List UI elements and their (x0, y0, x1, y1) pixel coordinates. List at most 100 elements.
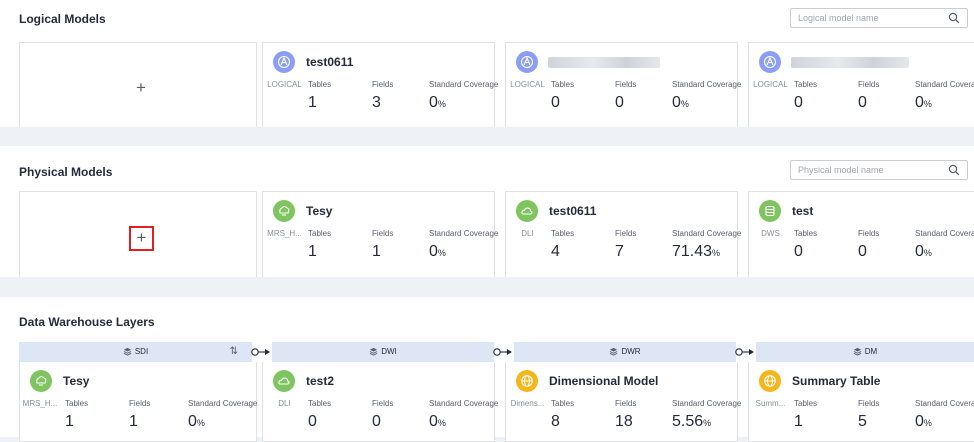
layer-model-card[interactable]: Summary Table Summ... Tables Fields Stan… (748, 362, 974, 442)
tables-label: Tables (308, 229, 332, 238)
logical-model-search[interactable] (790, 8, 968, 28)
tables-count: 1 (65, 413, 74, 430)
model-type: LOGICAL (267, 80, 302, 89)
fields-count: 5 (858, 413, 867, 430)
fields-count: 1 (129, 413, 138, 430)
logical-model-card[interactable]: test0611 LOGICAL Tables Fields Standard … (262, 42, 499, 127)
mrs-hive-icon (30, 370, 52, 392)
model-name[interactable]: test2 (306, 374, 334, 388)
fields-label: Fields (615, 229, 637, 238)
logical-model-card[interactable]: LOGICAL Tables Fields Standard Coverage … (505, 42, 741, 127)
layer-name: DWI (381, 347, 397, 356)
layers-icon (610, 348, 618, 356)
logical-model-card[interactable]: LOGICAL Tables Fields Standard Coverage … (748, 42, 974, 127)
search-icon[interactable] (948, 12, 960, 24)
coverage-number: 0 (915, 243, 924, 260)
coverage-value: 71.43% (672, 243, 720, 261)
blurred-model-name[interactable] (548, 57, 660, 68)
physical-models-section: Physical Models + Tesy MRS_H... Tables F… (0, 146, 974, 277)
coverage-unit: % (923, 99, 932, 109)
fields-label: Fields (372, 399, 394, 408)
tables-label: Tables (794, 80, 818, 89)
coverage-number: 0 (915, 94, 924, 111)
section-title: Data Warehouse Layers (19, 315, 155, 329)
coverage-value: 0% (672, 94, 689, 112)
layer-header-dwi[interactable]: DWI (272, 342, 494, 362)
physical-model-card[interactable]: test0611 DLI Tables Fields Standard Cove… (505, 191, 741, 277)
section-title: Physical Models (19, 165, 113, 179)
tables-count: 8 (551, 413, 560, 430)
layer-header-sdi[interactable]: SDI ⇅ (19, 342, 252, 362)
tables-label: Tables (551, 229, 575, 238)
flow-arrow-icon (735, 348, 754, 356)
tables-label: Tables (551, 399, 575, 408)
layer-name: DM (864, 347, 878, 356)
tables-count: 4 (551, 243, 560, 260)
physical-model-card[interactable]: Tesy MRS_H... Tables Fields Standard Cov… (262, 191, 498, 277)
model-name[interactable]: Dimensional Model (549, 374, 658, 388)
model-name[interactable]: Summary Table (792, 374, 880, 388)
blurred-model-name[interactable] (791, 57, 909, 68)
fields-count: 0 (858, 94, 867, 111)
section-title: Logical Models (19, 12, 106, 26)
coverage-label: Standard Coverage (429, 80, 499, 89)
tables-label: Tables (65, 399, 89, 408)
fields-label: Fields (372, 229, 394, 238)
dli-cloud-icon (516, 200, 538, 222)
logical-model-icon (273, 51, 295, 73)
add-icon[interactable]: + (129, 226, 154, 251)
add-physical-model-card[interactable]: + (19, 191, 257, 277)
tables-count: 0 (794, 94, 803, 111)
model-type: MRS_H... (267, 229, 302, 238)
coverage-unit: % (437, 99, 446, 109)
model-name[interactable]: test (792, 204, 813, 218)
fields-count: 3 (372, 94, 381, 111)
coverage-value: 5.56% (672, 413, 711, 431)
fields-count: 0 (858, 243, 867, 260)
model-type: Summ... (755, 399, 786, 408)
layers-icon (853, 348, 862, 356)
fields-label: Fields (858, 229, 880, 238)
coverage-number: 0 (188, 413, 197, 430)
mrs-hive-icon (273, 200, 295, 222)
coverage-number: 0 (429, 94, 438, 111)
coverage-label: Standard Coverage (915, 229, 974, 238)
coverage-unit: % (923, 248, 932, 258)
coverage-unit: % (712, 248, 721, 258)
layer-model-card[interactable]: Tesy MRS_H... Tables Fields Standard Cov… (19, 362, 257, 442)
coverage-unit: % (437, 248, 446, 258)
tables-count: 1 (308, 94, 317, 111)
dws-database-icon (759, 200, 781, 222)
add-icon[interactable]: + (130, 78, 152, 100)
model-name[interactable]: test0611 (306, 55, 353, 69)
coverage-number: 0 (429, 243, 438, 260)
model-name[interactable]: test0611 (549, 204, 596, 218)
tables-label: Tables (308, 399, 332, 408)
add-logical-model-card[interactable]: + (19, 42, 257, 127)
model-type: DWS (761, 229, 780, 238)
layer-model-card[interactable]: Dimensional Model Dimens... Tables Field… (505, 362, 742, 442)
model-name[interactable]: Tesy (63, 374, 89, 388)
model-type: DLI (278, 399, 291, 408)
tables-label: Tables (794, 229, 818, 238)
coverage-value: 0% (429, 94, 446, 112)
model-type: Dimens... (510, 399, 545, 408)
model-name[interactable]: Tesy (306, 204, 332, 218)
search-input[interactable] (798, 12, 938, 24)
model-type: MRS_H... (22, 399, 58, 408)
layer-header-dm[interactable]: DM (756, 342, 974, 362)
model-type: LOGICAL (753, 80, 788, 89)
physical-model-search[interactable] (790, 160, 968, 180)
physical-model-card[interactable]: test DWS Tables Fields Standard Coverage… (748, 191, 974, 277)
coverage-label: Standard Coverage (672, 399, 742, 408)
layer-model-card[interactable]: test2 DLI Tables Fields Standard Coverag… (262, 362, 498, 442)
logical-model-icon (759, 51, 781, 73)
search-icon[interactable] (948, 164, 960, 176)
sort-icon[interactable]: ⇅ (230, 342, 238, 362)
logical-model-icon (516, 51, 538, 73)
coverage-value: 0% (188, 413, 205, 431)
fields-label: Fields (615, 399, 637, 408)
search-input[interactable] (798, 164, 938, 176)
fields-label: Fields (129, 399, 151, 408)
layer-header-dwr[interactable]: DWR (514, 342, 736, 362)
